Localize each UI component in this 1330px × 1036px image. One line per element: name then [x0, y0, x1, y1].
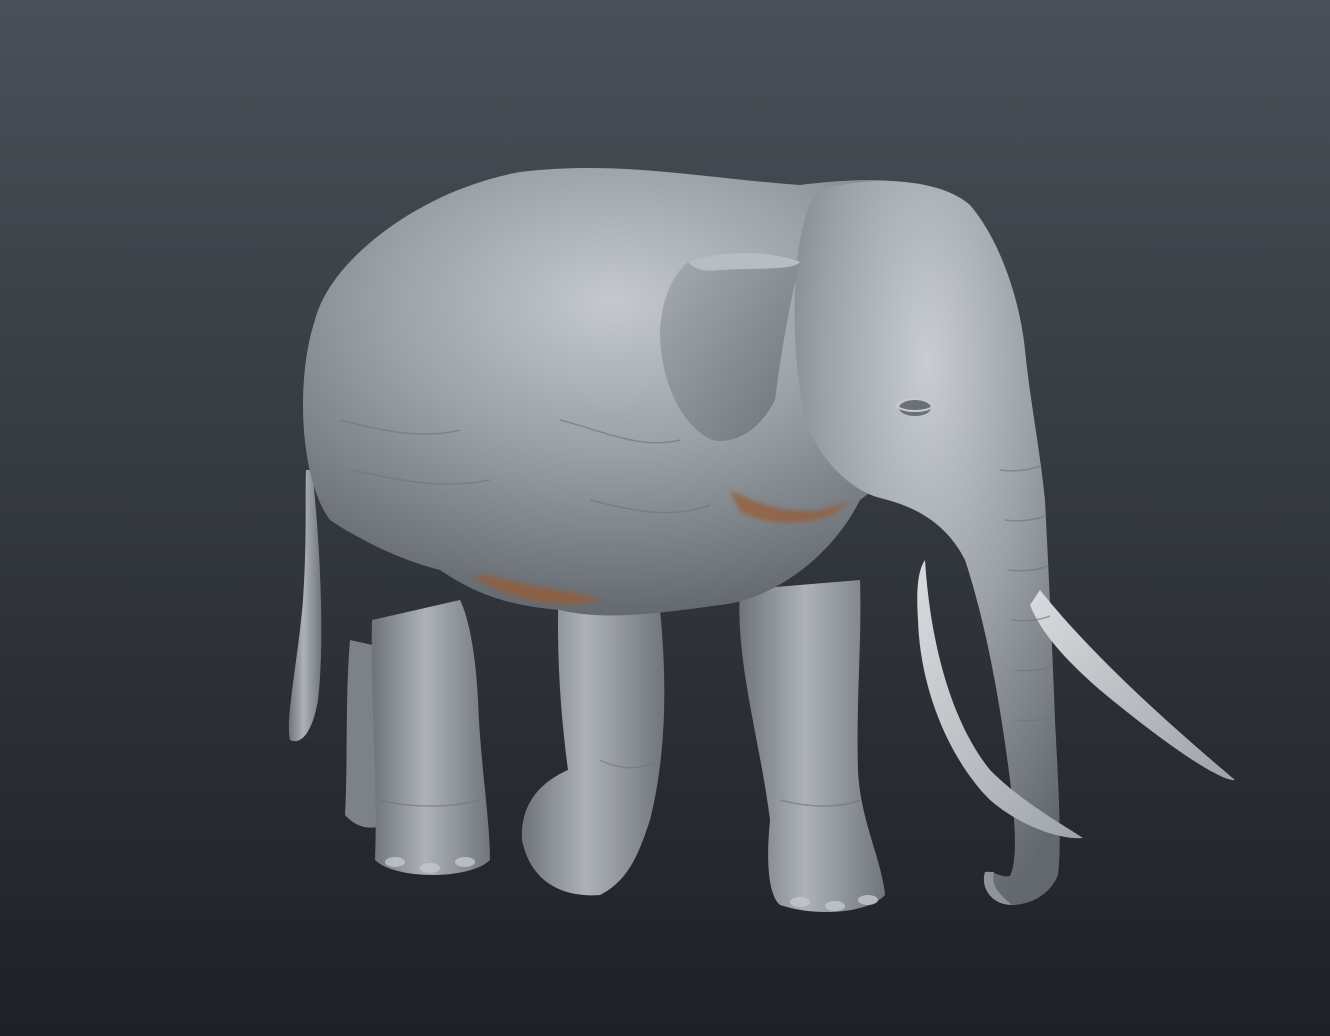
elephant-model[interactable] [0, 0, 1330, 1036]
3d-viewport[interactable] [0, 0, 1330, 1036]
tusk-far [1030, 590, 1235, 781]
eye [899, 400, 931, 416]
leg-front-far [739, 580, 885, 913]
leg-back-near [371, 600, 490, 875]
tail [288, 470, 322, 742]
